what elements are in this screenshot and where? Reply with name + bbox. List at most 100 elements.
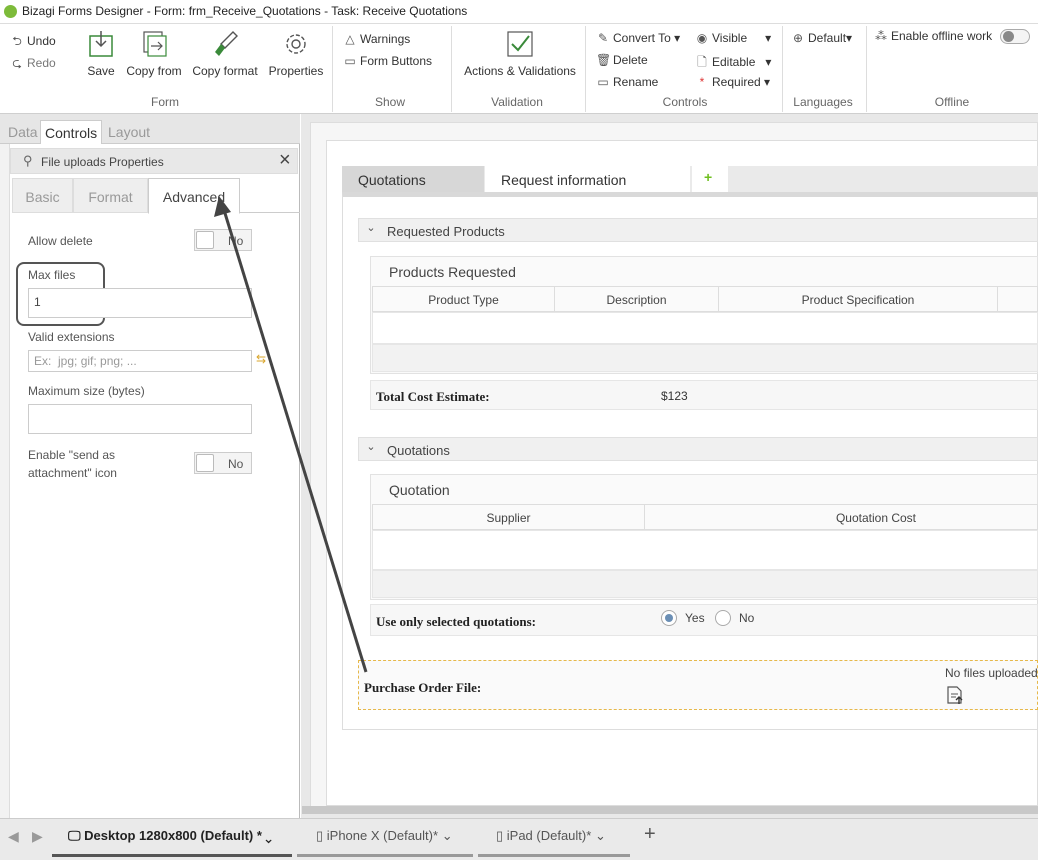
send-attach-label: Enable "send as	[28, 448, 115, 462]
quotation-grid-title: Quotation	[389, 482, 450, 498]
visible-button[interactable]: ◉ Visible ▾	[695, 31, 771, 45]
valid-extensions-label: Valid extensions	[28, 330, 115, 344]
form-tab-request-information[interactable]: Request information	[485, 166, 690, 192]
convert-to-button[interactable]: ✎ Convert To ▾	[596, 31, 680, 45]
file-upload-control[interactable]: Purchase Order File: No files uploaded	[358, 660, 1038, 710]
send-attach-label-2: attachment" icon	[28, 466, 117, 480]
max-size-field[interactable]	[28, 404, 252, 434]
tab-advanced[interactable]: Advanced	[148, 178, 240, 214]
device-bar: ◀ ▶ 🖵 Desktop 1280x800 (Default) * ⌄ ▯ i…	[0, 818, 1038, 860]
paperclip-icon: ⚲	[23, 153, 33, 168]
total-cost-row: Total Cost Estimate: $123	[370, 380, 1038, 410]
total-cost-label: Total Cost Estimate:	[376, 389, 490, 404]
tab-format[interactable]: Format	[73, 178, 148, 213]
language-dropdown[interactable]: ⊕ Default▾	[791, 31, 852, 45]
group-controls-label: Controls	[662, 95, 708, 109]
chevron-down-icon[interactable]: ⌄	[266, 828, 272, 843]
column-header[interactable]: Description	[555, 287, 719, 312]
send-attach-toggle[interactable]: No	[194, 452, 252, 474]
chevron-down-icon[interactable]: ⌄	[595, 828, 606, 843]
dropdown-arrow-icon: ▾	[765, 31, 772, 45]
tab-layout[interactable]: Layout	[104, 120, 154, 144]
redo-icon: ⮎	[12, 56, 22, 70]
no-radio[interactable]	[715, 610, 731, 626]
eye-icon: ◉	[696, 31, 708, 45]
valid-extensions-input[interactable]	[28, 350, 252, 372]
group-offline-label: Offline	[934, 95, 970, 109]
products-grid-header: Product Type Description Product Specifi…	[372, 286, 1038, 312]
tab-controls[interactable]: Controls	[40, 120, 103, 144]
add-device-icon[interactable]: +	[644, 819, 656, 853]
allow-delete-toggle[interactable]: No	[194, 229, 252, 251]
globe-icon: ⊕	[792, 31, 804, 45]
column-header[interactable]: Quotation Cost	[645, 505, 1038, 530]
column-header[interactable]: Supplier	[373, 505, 645, 530]
window-title: Bizagi Forms Designer - Form: frm_Receiv…	[22, 4, 468, 18]
table-row	[372, 530, 1038, 570]
offline-switch[interactable]	[999, 29, 1030, 45]
left-gutter	[0, 144, 10, 818]
yes-radio-label: Yes	[685, 611, 705, 625]
quotation-grid-header: Supplier Quotation Cost	[372, 504, 1038, 530]
properties-tabs: Basic Format Advanced	[12, 176, 300, 214]
separator	[585, 26, 586, 112]
save-button[interactable]: Save	[86, 30, 116, 78]
delete-button[interactable]: 🗑 Delete	[596, 53, 648, 67]
edit-extensions-icon[interactable]: ⇆	[256, 352, 266, 366]
tab-basic[interactable]: Basic	[12, 178, 73, 213]
monitor-icon: 🖵	[68, 828, 85, 843]
editable-icon: 🗋	[697, 55, 707, 69]
phone-icon: ▯	[316, 828, 327, 843]
gear-icon	[286, 34, 306, 54]
purchase-order-label: Purchase Order File:	[364, 680, 482, 695]
editable-button[interactable]: 🗋 Editable ▾	[695, 53, 771, 74]
scroll-right-icon[interactable]: ▶	[32, 819, 43, 853]
max-size-label: Maximum size (bytes)	[28, 384, 145, 398]
device-tab-desktop[interactable]: 🖵 Desktop 1280x800 (Default) * ⌄	[68, 819, 272, 853]
upload-file-icon[interactable]	[945, 685, 965, 705]
scroll-left-icon[interactable]: ◀	[8, 819, 19, 853]
actions-validations-button[interactable]: Actions & Validations	[462, 30, 578, 78]
requested-products-section[interactable]: ⌄ Requested Products	[358, 218, 1038, 242]
copy-from-button[interactable]: Copy from	[126, 30, 182, 78]
add-tab-icon[interactable]: +	[692, 166, 728, 192]
undo-button[interactable]: ⮌ Undo	[10, 32, 56, 53]
tab-data[interactable]: Data	[4, 120, 42, 144]
form-buttons-button[interactable]: ▭ Form Buttons	[343, 54, 432, 68]
separator	[866, 26, 867, 112]
form-tab-quotations[interactable]: Quotations	[342, 166, 484, 192]
use-selected-label: Use only selected quotations:	[376, 614, 536, 629]
dropdown-arrow-icon: ▾	[846, 31, 853, 45]
dropdown-arrow-icon: ▾	[760, 75, 771, 89]
collapse-chevron-icon[interactable]: ⌄	[363, 440, 379, 458]
close-icon[interactable]: ×	[279, 149, 291, 172]
trash-icon: 🗑	[596, 53, 612, 67]
max-files-field[interactable]: 1	[28, 288, 252, 318]
asterisk-icon: *	[699, 75, 705, 89]
active-tab-underline	[52, 854, 292, 857]
undo-icon: ⮌	[12, 34, 22, 48]
enable-offline-toggle[interactable]: ⁂ Enable offline work	[874, 29, 1030, 45]
copy-from-icon	[143, 31, 167, 57]
form-tabs: Quotations Request information +	[342, 166, 1038, 192]
quotations-section[interactable]: ⌄ Quotations	[358, 437, 1038, 461]
warnings-button[interactable]: △ Warnings	[343, 32, 410, 46]
separator	[332, 26, 333, 112]
bizagi-logo	[4, 5, 17, 18]
collapse-chevron-icon[interactable]: ⌄	[363, 221, 379, 239]
chevron-down-icon[interactable]: ⌄	[442, 828, 453, 843]
dropdown-arrow-icon: ▾	[765, 55, 772, 69]
column-header[interactable]: Product Type	[373, 287, 555, 312]
required-button[interactable]: * Required ▾	[695, 75, 770, 89]
horizontal-scrollbar[interactable]	[302, 806, 1038, 814]
yes-radio[interactable]	[661, 610, 677, 626]
properties-button[interactable]: Properties	[268, 30, 324, 78]
copy-format-button[interactable]: Copy format	[192, 30, 258, 78]
offline-icon: ⁂	[875, 29, 887, 43]
device-tab-ipad[interactable]: ▯ iPad (Default)* ⌄	[496, 819, 606, 853]
checkmark-icon	[507, 31, 533, 57]
rename-button[interactable]: ▭ Rename	[596, 75, 658, 89]
column-header[interactable]: Product Specification	[719, 287, 998, 312]
device-tab-iphone[interactable]: ▯ iPhone X (Default)* ⌄	[316, 819, 453, 853]
redo-button[interactable]: ⮎ Redo	[10, 54, 56, 75]
